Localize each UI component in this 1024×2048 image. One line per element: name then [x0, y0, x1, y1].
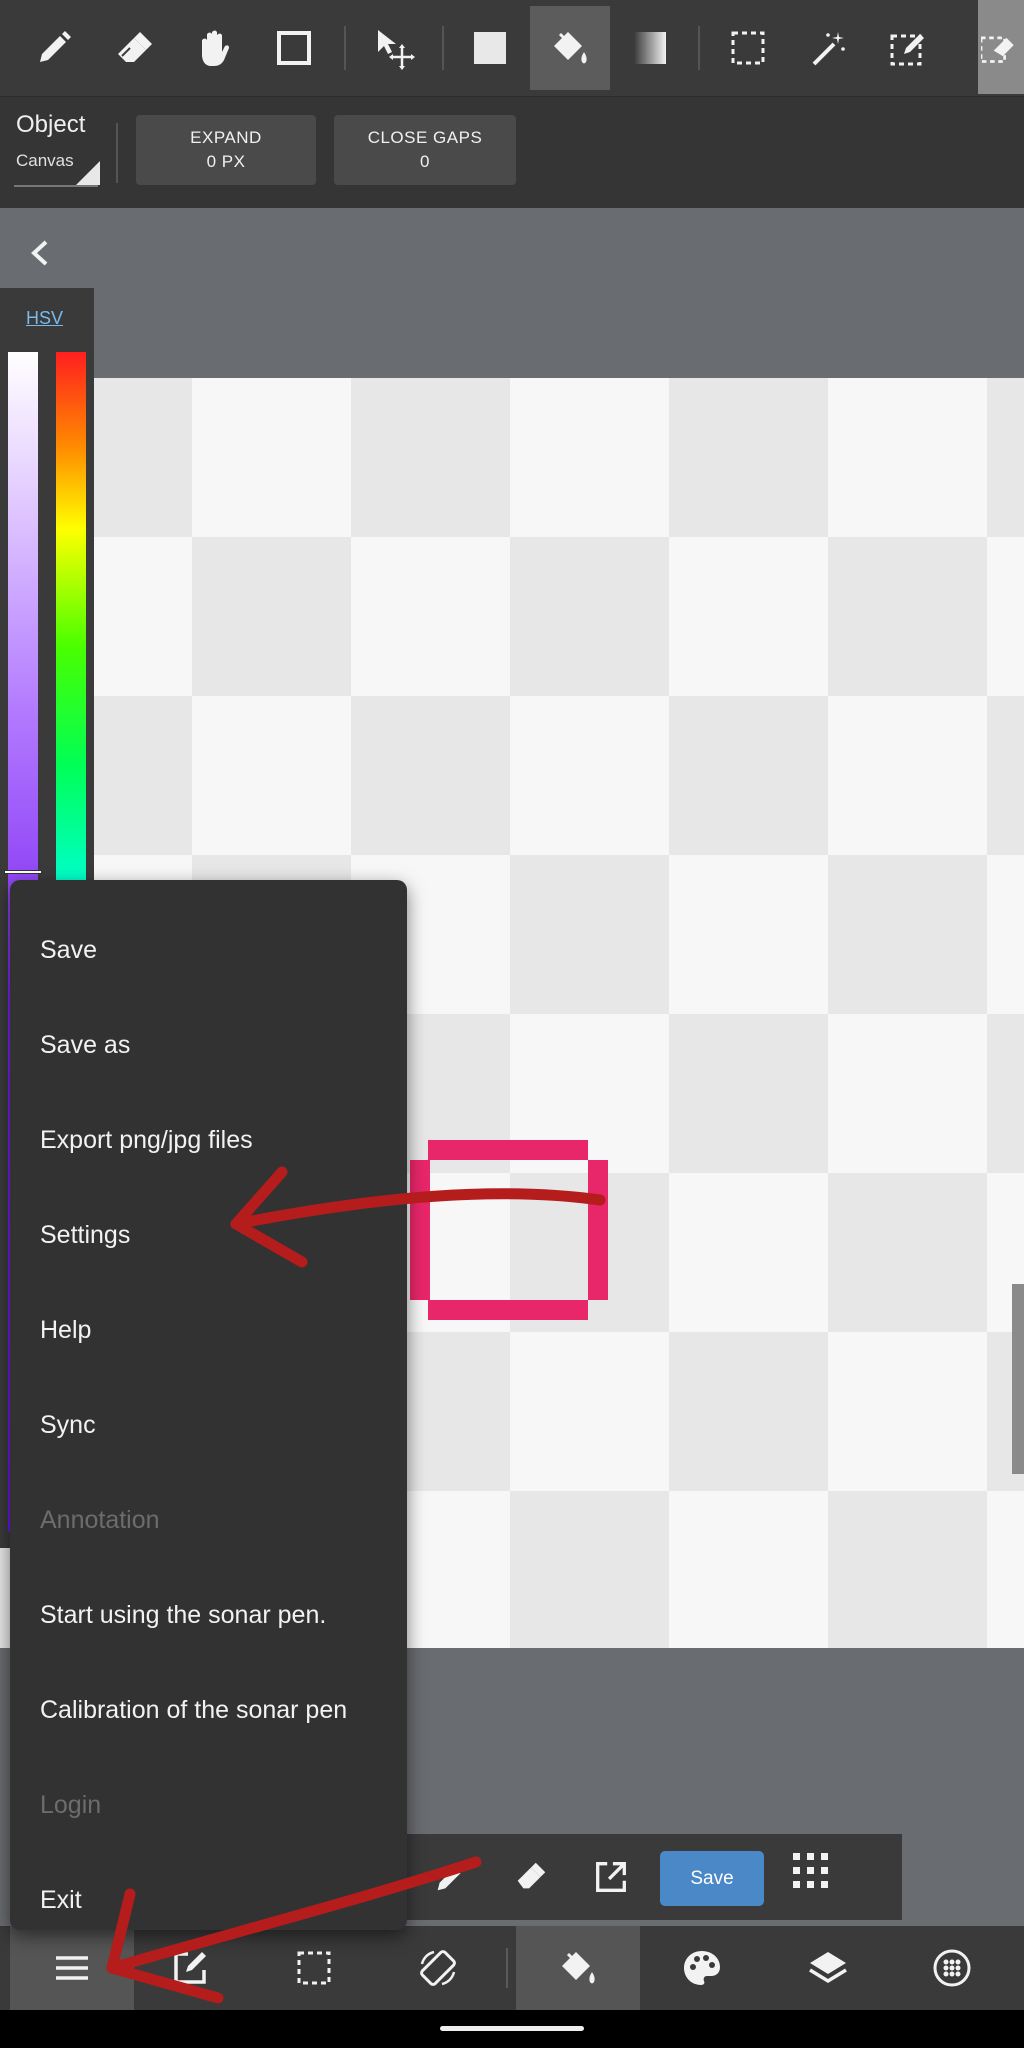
dropdown-triangle-icon[interactable]: [76, 161, 100, 185]
expand-button[interactable]: EXPAND 0 PX: [136, 115, 316, 185]
menu-item-export[interactable]: Export png/jpg files: [40, 1120, 253, 1160]
object-value[interactable]: Canvas: [16, 151, 74, 171]
canvas-scrollbar[interactable]: [1012, 1284, 1024, 1474]
toolbar-divider: [442, 26, 444, 70]
object-label: Object: [16, 111, 86, 138]
nav-bucket-icon[interactable]: [516, 1926, 640, 2010]
options-divider: [116, 123, 118, 183]
gradient-icon[interactable]: [610, 6, 690, 90]
expand-label: EXPAND: [190, 128, 262, 147]
move-icon[interactable]: [354, 6, 434, 90]
menu-item-save-as[interactable]: Save as: [40, 1025, 130, 1065]
menu-item-start-sonar-pen[interactable]: Start using the sonar pen.: [40, 1595, 326, 1635]
share-export-icon[interactable]: [586, 1852, 636, 1902]
eraser-icon[interactable]: [94, 6, 174, 90]
toolbar-divider: [698, 26, 700, 70]
menu-icon[interactable]: [10, 1926, 134, 2010]
quick-save-button[interactable]: Save: [660, 1851, 764, 1906]
rotate-icon[interactable]: [376, 1926, 500, 2010]
close-gaps-button[interactable]: CLOSE GAPS 0: [334, 115, 516, 185]
menu-item-sync[interactable]: Sync: [40, 1405, 96, 1445]
hsv-tab[interactable]: HSV: [26, 308, 63, 329]
bucket-icon[interactable]: [530, 6, 610, 90]
tool-options-bar: Object Canvas EXPAND 0 PX CLOSE GAPS 0: [0, 96, 1024, 208]
back-chevron-icon[interactable]: [20, 228, 60, 278]
object-dropdown-underline: [14, 185, 98, 187]
select-rect-icon[interactable]: [708, 6, 788, 90]
select-eraser-icon[interactable]: [978, 0, 1024, 94]
quick-eraser-icon[interactable]: [506, 1852, 556, 1902]
layers-icon[interactable]: [766, 1926, 890, 2010]
palette-icon[interactable]: [640, 1926, 764, 2010]
edit-icon[interactable]: [128, 1926, 252, 2010]
menu-item-annotation: Annotation: [40, 1506, 160, 1534]
pink-square-outline: [410, 1140, 608, 1320]
hand-icon[interactable]: [174, 6, 254, 90]
home-indicator[interactable]: [440, 2026, 584, 2031]
menu-item-help[interactable]: Help: [40, 1310, 91, 1350]
menu-item-save[interactable]: Save: [40, 930, 97, 970]
selection-icon[interactable]: [252, 1926, 376, 2010]
menu-item-exit[interactable]: Exit: [40, 1880, 82, 1920]
menu-item-login: Login: [40, 1791, 102, 1819]
nav-divider: [506, 1948, 508, 1988]
bottom-navigation: [0, 1926, 1024, 2010]
menu-item-settings[interactable]: Settings: [40, 1215, 130, 1255]
pen-icon[interactable]: [14, 6, 94, 90]
close-gaps-value: 0: [420, 152, 430, 171]
main-menu-popup: Save Save as Export png/jpg files Settin…: [10, 880, 407, 1930]
expand-value: 0 PX: [206, 152, 246, 171]
top-toolbar: [0, 0, 1024, 96]
materials-icon[interactable]: [890, 1926, 1014, 2010]
quick-pen-icon[interactable]: [426, 1852, 476, 1902]
close-gaps-label: CLOSE GAPS: [367, 128, 483, 147]
rectangle-icon[interactable]: [254, 6, 334, 90]
select-pen-icon[interactable]: [868, 6, 948, 90]
fill-color-icon[interactable]: [450, 6, 530, 90]
toolbar-divider: [344, 26, 346, 70]
menu-item-calibrate-sonar-pen[interactable]: Calibration of the sonar pen: [40, 1690, 347, 1730]
saturation-slider-handle[interactable]: [4, 870, 42, 874]
grid-dots-icon[interactable]: [790, 1850, 832, 1892]
magic-wand-icon[interactable]: [788, 6, 868, 90]
